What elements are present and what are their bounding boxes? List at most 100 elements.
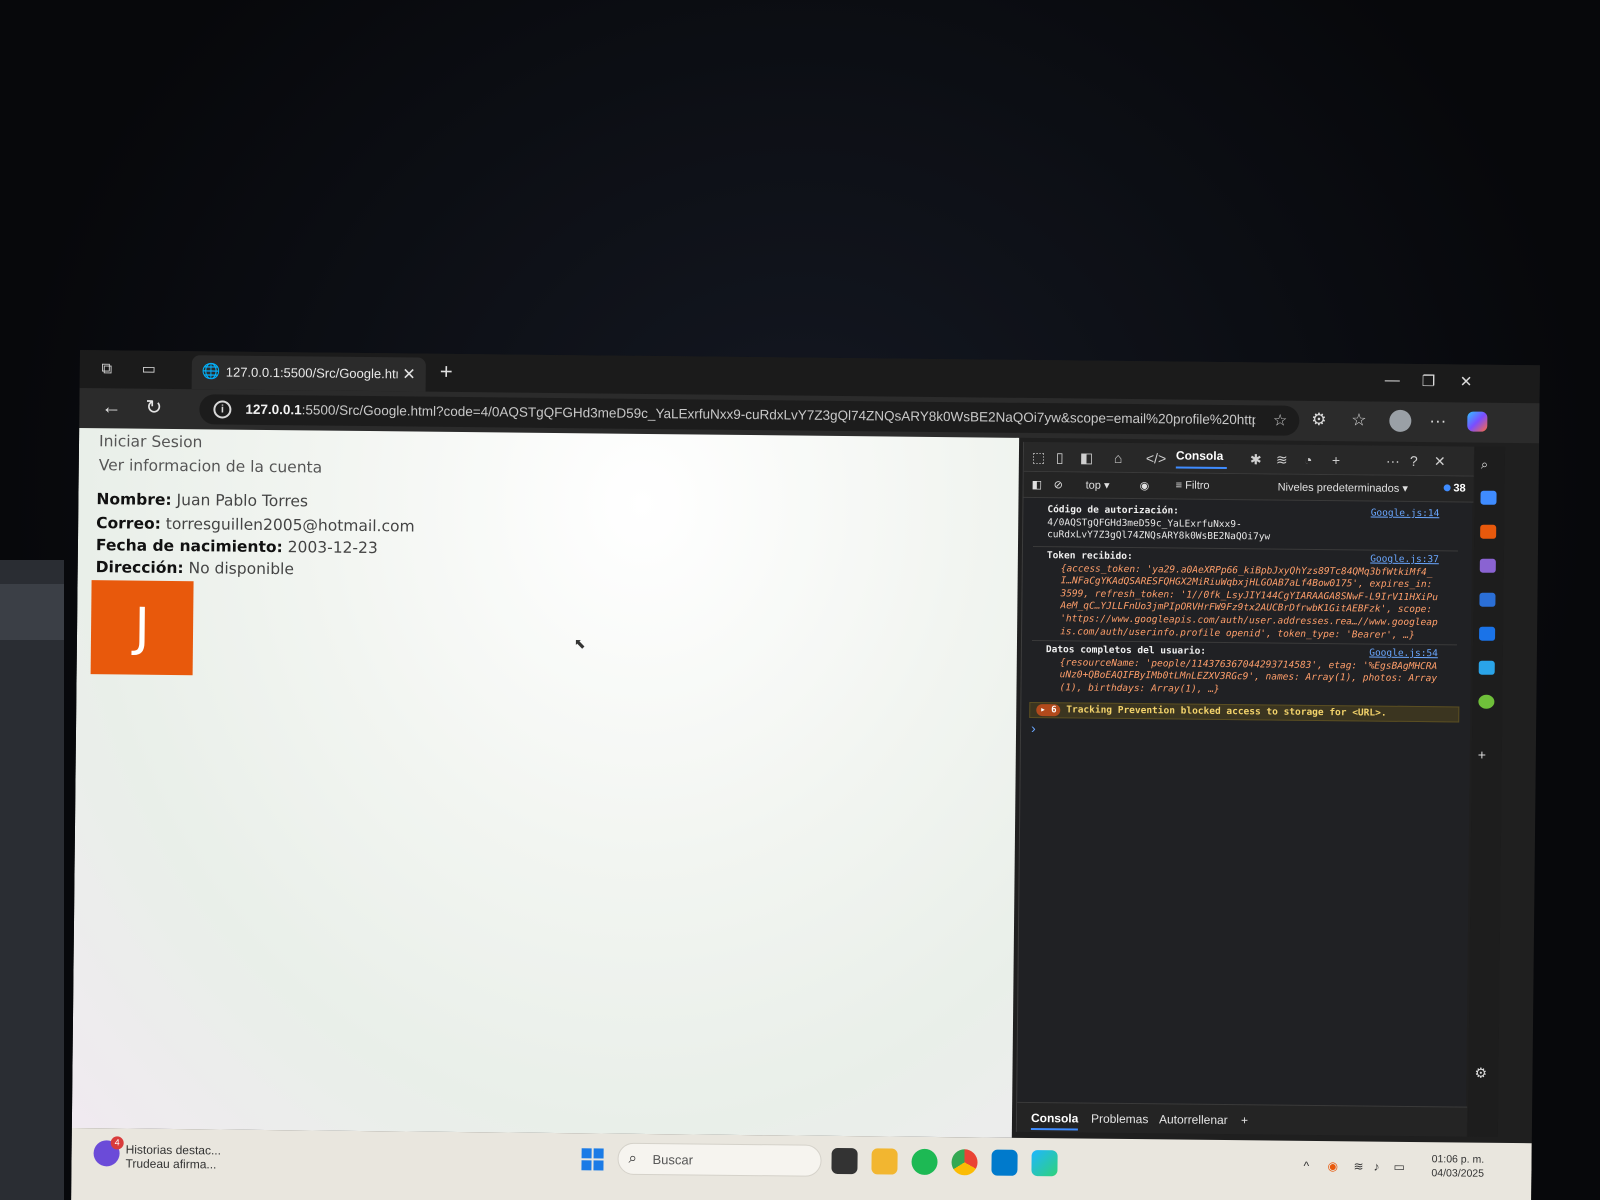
devtools-drawer: Consola Problemas Autorrellenar + [1016, 1101, 1468, 1137]
taskbar-search[interactable]: ⌕ Buscar [617, 1142, 822, 1177]
site-info-icon[interactable]: i [213, 400, 232, 419]
send-icon[interactable] [1478, 660, 1495, 675]
globe-icon: 🌐 [201, 363, 221, 381]
monitor-bezel [0, 560, 64, 1200]
outlook-icon[interactable] [1479, 626, 1496, 641]
search-icon[interactable]: ⌕ [1481, 457, 1497, 472]
device-emulation-icon[interactable]: ▯ [1056, 449, 1064, 465]
more-menu-icon[interactable]: ··· [1429, 411, 1446, 431]
sources-icon[interactable]: ✱ [1250, 451, 1262, 467]
tray-chevron-icon[interactable]: ^ [1303, 1159, 1309, 1173]
account-info-link[interactable]: Ver informacion de la cuenta [99, 456, 323, 476]
drawer-tab-autofill[interactable]: Autorrellenar [1159, 1112, 1228, 1127]
source-link[interactable]: Google.js:37 [1370, 554, 1439, 567]
news-widget-text[interactable]: Historias destac... Trudeau afirma... [125, 1143, 221, 1172]
inspect-icon[interactable]: ⬚ [1032, 449, 1045, 465]
console-output: Código de autorización: Google.js:14 4/0… [1017, 498, 1473, 1103]
copilot-icon[interactable] [1467, 411, 1488, 432]
levels-select[interactable]: Niveles predeterminados ▾ [1278, 481, 1408, 495]
tab-title: 127.0.0.1:5500/Src/Google.html?c [225, 364, 398, 382]
live-expression-icon[interactable]: ◉ [1140, 479, 1150, 492]
filter-input[interactable]: ≡ Filtro [1176, 479, 1210, 491]
context-select[interactable]: top ▾ [1086, 479, 1110, 492]
news-widget-icon[interactable]: 4 [93, 1136, 124, 1167]
close-devtools-icon[interactable]: ✕ [1434, 453, 1446, 469]
tab-actions-icon[interactable]: ▭ [140, 361, 158, 379]
source-link[interactable]: Google.js:14 [1371, 508, 1440, 521]
clear-console-icon[interactable]: ⊘ [1054, 478, 1063, 491]
sidebar-tree-icon[interactable] [1478, 694, 1495, 709]
maximize-icon[interactable]: ❐ [1422, 372, 1436, 390]
warning-count-badge: ▸ 6 [1036, 704, 1061, 717]
screen: ⧉ ▭ 🌐 127.0.0.1:5500/Src/Google.html?c ✕… [71, 350, 1540, 1200]
name-row: Nombre: Juan Pablo Torres [96, 490, 309, 511]
games-icon[interactable] [1479, 592, 1496, 607]
taskbar: 4 Historias destac... Trudeau afirma... ⌕… [71, 1127, 1532, 1200]
drawer-tab-console[interactable]: Consola [1030, 1111, 1079, 1131]
console-message: Código de autorización: Google.js:14 4/0… [1047, 504, 1440, 543]
sidebar-app-icon[interactable] [1480, 490, 1497, 505]
console-message: Datos completos del usuario: Google.js:5… [1045, 644, 1438, 695]
devtools-panel: ⬚ ▯ ◧ ⌂ </> Consola ✱ ≋ ◔ + ··· ? ✕ ◧ ⊘ … [1015, 441, 1475, 1137]
spotify-icon[interactable] [911, 1148, 938, 1176]
sidebar-toggle-icon[interactable]: ◧ [1032, 478, 1043, 491]
help-icon[interactable]: ? [1410, 453, 1418, 469]
start-button[interactable] [581, 1148, 604, 1171]
favorites-icon[interactable]: ☆ [1351, 410, 1366, 430]
welcome-icon[interactable]: ⌂ [1114, 450, 1123, 466]
new-tab-button[interactable]: + [440, 359, 453, 384]
add-tool-icon[interactable]: + [1332, 452, 1340, 468]
battery-icon[interactable]: ▭ [1393, 1160, 1404, 1174]
task-view-icon[interactable] [831, 1147, 858, 1175]
clock[interactable]: 01:06 p. m. 04/03/2025 [1431, 1152, 1484, 1181]
settings-icon[interactable]: ⚙ [1474, 1065, 1490, 1081]
message-count-badge: 38 [1443, 482, 1465, 494]
minimize-icon[interactable]: — [1385, 372, 1400, 389]
tools-icon[interactable] [1479, 558, 1496, 573]
volume-icon[interactable]: ♪ [1373, 1160, 1379, 1174]
tab-console[interactable]: Consola [1175, 448, 1228, 470]
favorite-star-icon[interactable]: ☆ [1273, 410, 1288, 430]
web-page: Iniciar Sesion Ver informacion de la cue… [71, 427, 1020, 1138]
dock-icon[interactable]: ◧ [1080, 449, 1093, 465]
mouse-cursor-icon: ⬉ [573, 635, 586, 652]
bezel-strip [0, 584, 64, 640]
user-avatar: J [90, 580, 194, 676]
devtools-more-icon[interactable]: ··· [1386, 453, 1400, 469]
birthdate-row: Fecha de nacimiento: 2003-12-23 [95, 536, 378, 558]
network-icon[interactable]: ≋ [1276, 452, 1288, 468]
edge-icon[interactable] [1031, 1150, 1058, 1177]
close-window-icon[interactable]: ✕ [1460, 372, 1473, 390]
url-text[interactable]: 127.0.0.1:5500/Src/Google.html?code=4/0A… [245, 402, 1255, 428]
console-message: Token recibido: Google.js:37 {access_tok… [1046, 550, 1439, 641]
login-link[interactable]: Iniciar Sesion [99, 432, 203, 451]
performance-icon[interactable]: ◔ [1304, 452, 1313, 468]
devtools-tabs: ⬚ ▯ ◧ ⌂ </> Consola ✱ ≋ ◔ + ··· ? ✕ [1023, 441, 1475, 477]
photo-stage: ⧉ ▭ 🌐 127.0.0.1:5500/Src/Google.html?c ✕… [0, 0, 1600, 1200]
source-link[interactable]: Google.js:54 [1369, 648, 1438, 661]
close-tab-icon[interactable]: ✕ [402, 364, 416, 384]
vscode-icon[interactable] [991, 1149, 1018, 1176]
back-icon[interactable]: ← [101, 396, 121, 418]
shopping-icon[interactable] [1480, 524, 1497, 539]
console-prompt[interactable]: › [1031, 720, 1036, 736]
edge-sidebar: ⌕ + ⚙ [1467, 446, 1506, 1137]
profile-avatar[interactable] [1389, 409, 1412, 432]
address-row: Dirección: No disponible [95, 558, 295, 579]
chrome-icon[interactable] [951, 1149, 978, 1176]
wifi-icon[interactable]: ≋ [1353, 1159, 1363, 1173]
workspaces-icon[interactable]: ⧉ [98, 360, 116, 378]
drawer-tab-problems[interactable]: Problemas [1091, 1112, 1149, 1127]
file-explorer-icon[interactable] [871, 1148, 898, 1175]
tray-app-icon[interactable]: ◉ [1327, 1159, 1338, 1173]
search-icon: ⌕ [628, 1149, 638, 1167]
elements-icon[interactable]: </> [1146, 450, 1166, 466]
refresh-icon[interactable]: ↻ [145, 397, 162, 419]
extensions-icon[interactable]: ⚙ [1311, 410, 1326, 430]
email-row: Correo: torresguillen2005@hotmail.com [96, 514, 415, 536]
tab-active[interactable]: 🌐 127.0.0.1:5500/Src/Google.html?c ✕ [191, 355, 426, 392]
address-bar[interactable]: i 127.0.0.1:5500/Src/Google.html?code=4/… [199, 394, 1300, 436]
add-sidebar-icon[interactable]: + [1478, 747, 1494, 763]
add-drawer-tab-icon[interactable]: + [1241, 1113, 1248, 1127]
warning-message[interactable]: ▸ 6 Tracking Prevention blocked access t… [1029, 701, 1460, 723]
